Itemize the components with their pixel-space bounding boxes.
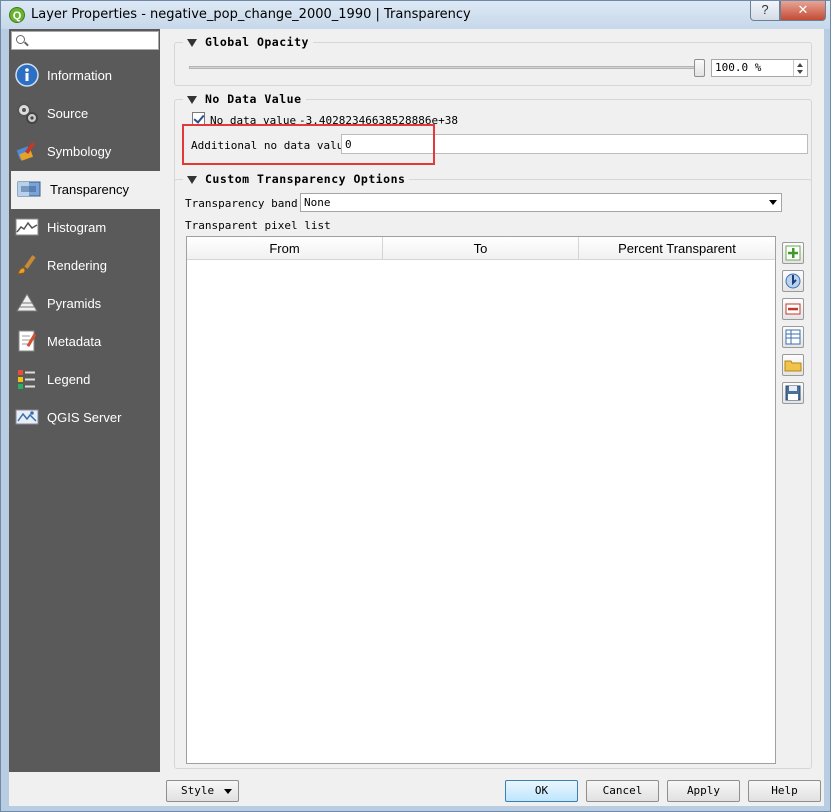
sidebar-search[interactable] bbox=[11, 31, 159, 50]
sidebar-item-symbology[interactable]: Symbology bbox=[9, 133, 160, 171]
pyramids-icon bbox=[16, 293, 38, 312]
opacity-spinbox[interactable]: 100.0 % bbox=[711, 59, 808, 77]
collapse-arrow-icon bbox=[187, 38, 197, 47]
transparency-page: Global Opacity 100.0 % No Data Value No … bbox=[168, 29, 824, 772]
sidebar-item-rendering[interactable]: Rendering bbox=[9, 247, 160, 285]
add-row-button[interactable] bbox=[782, 242, 804, 264]
column-header-to[interactable]: To bbox=[383, 237, 579, 260]
source-icon bbox=[17, 103, 38, 124]
sidebar-item-label: Information bbox=[47, 68, 113, 83]
info-icon bbox=[15, 63, 39, 87]
dialog-client-area: Information Source Symbology Transparenc… bbox=[9, 29, 824, 806]
ok-button[interactable]: OK bbox=[505, 780, 578, 802]
qgis-logo-icon: Q bbox=[9, 7, 25, 23]
style-menu-button[interactable]: Style bbox=[166, 780, 239, 802]
remove-row-icon bbox=[785, 303, 801, 315]
global-opacity-header[interactable]: Global Opacity bbox=[183, 35, 313, 51]
histogram-icon bbox=[15, 218, 39, 236]
column-header-from[interactable]: From bbox=[187, 237, 383, 260]
sidebar-item-label: Metadata bbox=[47, 334, 102, 349]
transparency-icon bbox=[17, 181, 41, 197]
no-data-value-header[interactable]: No Data Value bbox=[183, 92, 306, 108]
apply-button[interactable]: Apply bbox=[667, 780, 740, 802]
transparent-pixel-list-label: Transparent pixel list bbox=[185, 219, 331, 232]
sidebar-item-label: Legend bbox=[47, 372, 91, 387]
sidebar-item-histogram[interactable]: Histogram bbox=[9, 209, 160, 247]
folder-icon bbox=[784, 360, 802, 372]
column-header-percent-transparent[interactable]: Percent Transparent bbox=[579, 237, 775, 260]
sidebar-item-legend[interactable]: Legend bbox=[9, 361, 160, 399]
transparent-pixel-table[interactable]: From To Percent Transparent bbox=[186, 236, 776, 764]
sidebar-item-label: Transparency bbox=[50, 182, 129, 197]
transparency-band-combo[interactable]: None bbox=[300, 193, 782, 212]
export-file-button[interactable] bbox=[782, 382, 804, 404]
window-title: Layer Properties - negative_pop_change_2… bbox=[31, 7, 471, 22]
sidebar-item-label: Pyramids bbox=[47, 296, 102, 311]
spinbox-arrows[interactable] bbox=[793, 60, 807, 76]
layer-properties-window: Q Layer Properties - negative_pop_change… bbox=[0, 0, 831, 812]
opacity-slider-track[interactable] bbox=[189, 66, 699, 69]
transparency-band-value: None bbox=[304, 196, 331, 209]
help-button[interactable]: Help bbox=[748, 780, 821, 802]
search-icon bbox=[16, 35, 25, 44]
rendering-icon bbox=[17, 255, 36, 275]
add-from-display-icon bbox=[785, 273, 801, 289]
global-opacity-group: Global Opacity 100.0 % bbox=[174, 35, 812, 86]
import-file-button[interactable] bbox=[782, 354, 804, 376]
symbology-icon bbox=[16, 141, 36, 161]
global-opacity-title: Global Opacity bbox=[205, 35, 309, 49]
save-icon bbox=[785, 385, 801, 401]
legend-icon bbox=[18, 370, 35, 389]
sidebar-item-label: Source bbox=[47, 106, 89, 121]
opacity-slider-handle[interactable] bbox=[694, 59, 705, 77]
sidebar-search-input[interactable] bbox=[32, 33, 156, 48]
cancel-button[interactable]: Cancel bbox=[586, 780, 659, 802]
sidebar-item-label: Symbology bbox=[47, 144, 112, 159]
opacity-value: 100.0 % bbox=[715, 61, 762, 74]
sidebar-item-pyramids[interactable]: Pyramids bbox=[9, 285, 160, 323]
style-button-label: Style bbox=[181, 784, 215, 797]
add-from-display-button[interactable] bbox=[782, 270, 804, 292]
sidebar-item-transparency[interactable]: Transparency bbox=[11, 171, 160, 209]
sidebar-item-information[interactable]: Information bbox=[9, 57, 160, 95]
add-row-icon bbox=[785, 245, 801, 261]
highlight-annotation-box bbox=[182, 124, 435, 165]
transparency-band-label: Transparency band bbox=[185, 197, 298, 210]
custom-transparency-title: Custom Transparency Options bbox=[205, 172, 406, 186]
arrow-down-icon[interactable] bbox=[797, 70, 803, 74]
collapse-arrow-icon bbox=[187, 175, 197, 184]
remove-row-button[interactable] bbox=[782, 298, 804, 320]
default-values-icon bbox=[785, 329, 801, 345]
sidebar: Information Source Symbology Transparenc… bbox=[9, 29, 160, 772]
chevron-down-icon bbox=[769, 200, 777, 205]
table-header: From To Percent Transparent bbox=[187, 237, 775, 260]
sidebar-item-label: QGIS Server bbox=[47, 410, 122, 425]
sidebar-item-metadata[interactable]: Metadata bbox=[9, 323, 160, 361]
metadata-icon bbox=[18, 330, 37, 352]
no-data-value-title: No Data Value bbox=[205, 92, 302, 106]
title-bar[interactable]: Q Layer Properties - negative_pop_change… bbox=[1, 1, 830, 29]
default-values-button[interactable] bbox=[782, 326, 804, 348]
sidebar-item-qgis-server[interactable]: QGIS Server bbox=[9, 399, 160, 437]
sidebar-item-label: Histogram bbox=[47, 220, 107, 235]
sidebar-item-label: Rendering bbox=[47, 258, 107, 273]
qgis-server-icon bbox=[15, 409, 39, 425]
arrow-up-icon[interactable] bbox=[797, 63, 803, 67]
custom-transparency-header[interactable]: Custom Transparency Options bbox=[183, 172, 410, 188]
close-window-button[interactable]: ✕ bbox=[780, 1, 826, 21]
sidebar-item-source[interactable]: Source bbox=[9, 95, 160, 133]
help-window-button[interactable]: ? bbox=[750, 1, 780, 21]
chevron-down-icon bbox=[224, 789, 232, 794]
collapse-arrow-icon bbox=[187, 95, 197, 104]
